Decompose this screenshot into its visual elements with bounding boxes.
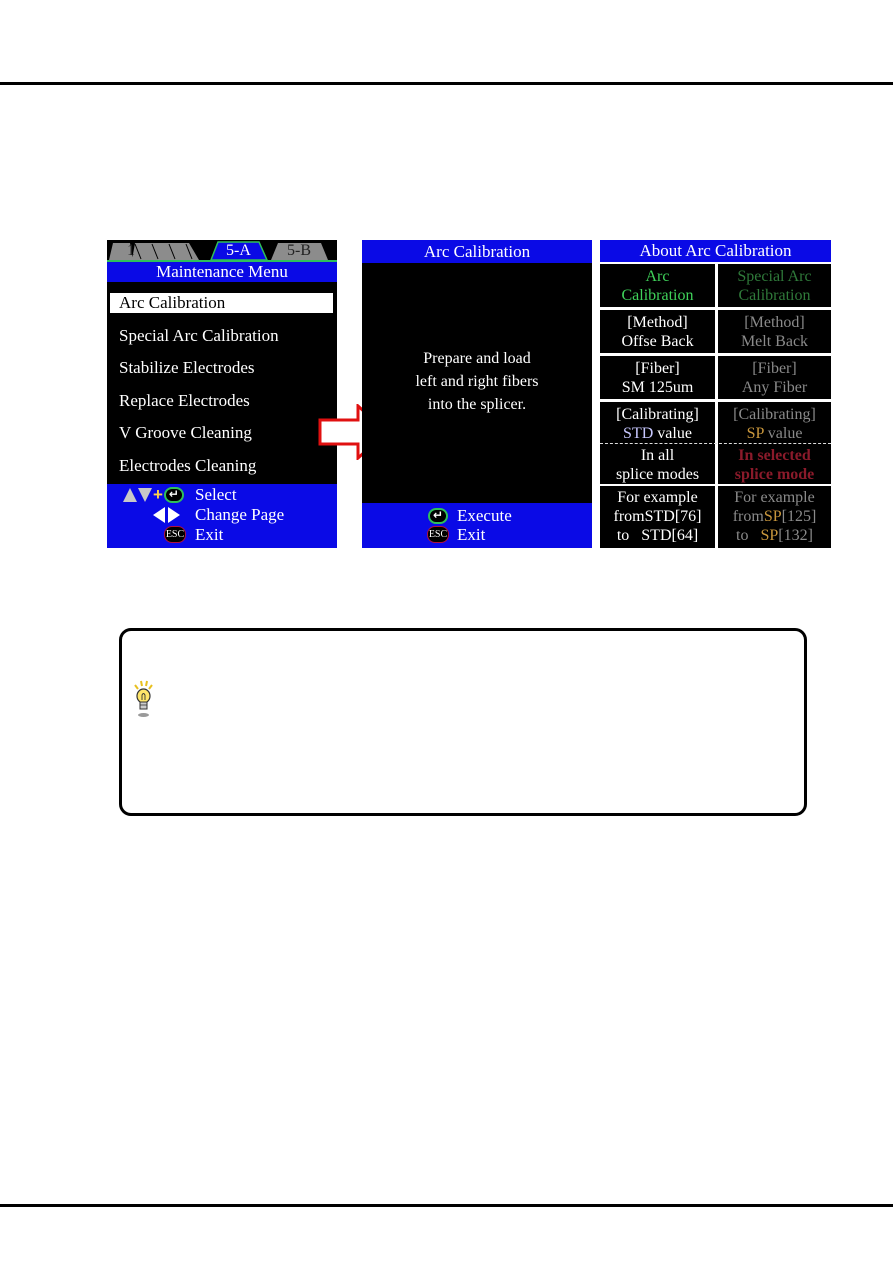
key-hints-footer: ↵ Execute ESC Exit (362, 503, 592, 548)
maintenance-menu-screen: 1 5-A 5-B Maintenance Menu Arc Calibrati… (107, 240, 337, 548)
cell-text: For example (734, 489, 815, 506)
cell-special-arc-calibration: Special Arc Calibration (718, 264, 831, 307)
cell-method-sp: [Method] Melt Back (718, 310, 831, 353)
up-arrow-icon (123, 487, 137, 502)
left-arrow-icon (153, 506, 165, 523)
enter-key-icon: ↵ (428, 507, 448, 524)
cell-example-std: For example fromSTD[76] to STD[64] (600, 486, 715, 548)
cell-text: For example (617, 489, 698, 506)
std-code: STD (644, 508, 675, 525)
tip-note-box (119, 628, 807, 816)
cell-text: from (613, 508, 645, 525)
cell-text: Any Fiber (741, 379, 808, 396)
cell-fiber-sp: [Fiber] Any Fiber (718, 356, 831, 399)
cell-fiber-std: [Fiber] SM 125um (600, 356, 715, 399)
hint-execute[interactable]: ↵ Execute (362, 506, 592, 525)
sp-code: SP (746, 425, 764, 442)
plus-icon: + (153, 485, 163, 504)
prompt-message: Prepare and load left and right fibers i… (362, 347, 592, 416)
cell-text: Calibration (738, 287, 811, 304)
menu-item-replace-electrodes[interactable]: Replace Electrodes (110, 391, 333, 411)
hint-execute-label: Execute (457, 506, 512, 525)
hint-exit: ESC Exit (107, 525, 337, 544)
tab-1-label: 1 (127, 242, 135, 259)
arc-calibration-screen: Arc Calibration Prepare and load left an… (362, 240, 592, 548)
prompt-line-3: into the splicer. (427, 396, 527, 413)
cell-text: splice mode (734, 466, 815, 483)
esc-key-icon: ESC (427, 526, 449, 543)
enter-key-icon: ↵ (163, 486, 184, 503)
cell-text: [Fiber] (635, 360, 680, 377)
prompt-line-1: Prepare and load (423, 350, 531, 367)
cell-text: to (616, 527, 630, 544)
screen-title: Maintenance Menu (107, 262, 337, 282)
cell-text: Offse Back (621, 333, 694, 350)
cell-text: to (736, 527, 749, 544)
cell-arc-calibration: Arc Calibration (600, 264, 715, 307)
cell-text: [76] (674, 508, 702, 525)
tab-bar: 1 5-A 5-B (107, 240, 337, 262)
cell-text: value (653, 425, 692, 442)
cell-text: from (732, 508, 764, 525)
header-rule (0, 82, 893, 85)
dashed-divider (600, 443, 831, 444)
cell-text: [Method] (744, 314, 805, 331)
cell-text: In all (640, 447, 675, 464)
sp-code: SP (763, 508, 782, 525)
cell-method-std: [Method] Offse Back (600, 310, 715, 353)
screen-title: Arc Calibration (362, 240, 592, 263)
footer-rule (0, 1204, 893, 1207)
cell-text: Arc (645, 268, 670, 285)
hint-change-page-label: Change Page (195, 505, 285, 524)
cell-text: [132] (778, 527, 813, 544)
std-code: STD (623, 425, 654, 442)
cell-text: [125] (781, 508, 817, 525)
hint-exit-label: Exit (457, 525, 486, 544)
menu-item-arc-calibration[interactable]: Arc Calibration (110, 293, 333, 313)
sp-code: SP (760, 527, 779, 544)
menu-item-special-arc-calibration[interactable]: Special Arc Calibration (110, 326, 333, 346)
right-arrow-icon (168, 506, 180, 523)
hint-exit[interactable]: ESC Exit (362, 525, 592, 544)
hint-change-page: Change Page (107, 505, 337, 524)
hint-exit-label: Exit (195, 525, 224, 544)
tab-4[interactable] (166, 243, 199, 260)
cell-text: Special Arc (737, 268, 812, 285)
cell-text: [Fiber] (752, 360, 797, 377)
cell-text: Melt Back (740, 333, 809, 350)
hint-select-label: Select (195, 485, 237, 504)
about-arc-calibration-screen: About Arc Calibration Arc Calibration Sp… (600, 240, 831, 548)
key-hints-footer: + ↵ Select Change Page ESC Exit (107, 484, 337, 548)
tab-5a-label: 5-A (226, 242, 251, 259)
cell-text: Calibration (621, 287, 694, 304)
cell-text: In selected (738, 447, 811, 464)
menu-item-electrodes-cleaning[interactable]: Electrodes Cleaning (110, 456, 333, 476)
down-arrow-icon (138, 487, 152, 502)
cell-text: [Method] (627, 314, 688, 331)
cell-example-sp: For example fromSP[125] to SP[132] (718, 486, 831, 548)
cell-text: [64] (671, 527, 699, 544)
lightbulb-icon (134, 680, 153, 717)
menu-item-stabilize-electrodes[interactable]: Stabilize Electrodes (110, 358, 333, 378)
cell-text: SM 125um (621, 379, 694, 396)
prompt-line-2: left and right fibers (415, 373, 539, 390)
cell-text: splice modes (615, 466, 700, 483)
cell-text: value (763, 425, 803, 442)
screen-title: About Arc Calibration (600, 240, 831, 262)
std-code: STD (641, 527, 672, 544)
menu-item-v-groove-cleaning[interactable]: V Groove Cleaning (110, 423, 333, 443)
esc-key-icon: ESC (164, 526, 186, 543)
hint-select: + ↵ Select (107, 485, 337, 504)
cell-text: [Calibrating] (733, 406, 816, 423)
tab-5b-label: 5-B (287, 242, 311, 259)
cell-text: [Calibrating] (616, 406, 699, 423)
